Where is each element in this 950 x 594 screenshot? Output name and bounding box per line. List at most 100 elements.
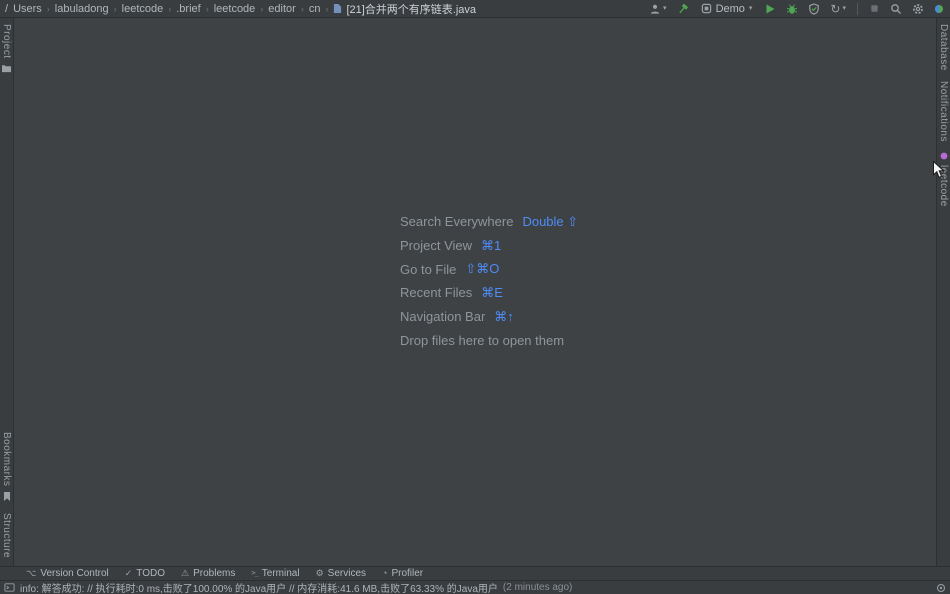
breadcrumb-item[interactable]: labuladong — [55, 3, 109, 15]
hint-go-to-file: Go to File ⇧⌘O — [400, 257, 578, 281]
database-label: Database — [938, 24, 949, 71]
hint-label: Go to File — [400, 261, 457, 277]
breadcrumb: / Users › labuladong › leetcode › .brief… — [5, 1, 476, 17]
drop-files-label: Drop files here to open them — [400, 332, 565, 348]
settings-button[interactable] — [911, 1, 925, 17]
build-project-button[interactable] — [676, 1, 690, 17]
coverage-shield-icon — [809, 2, 820, 15]
toolwindow-bookmarks[interactable]: Bookmarks — [0, 432, 13, 501]
stop-button[interactable] — [868, 1, 881, 17]
services-icon: ⚙ — [315, 568, 324, 578]
version-control-label: Version Control — [40, 568, 109, 579]
hint-label: Navigation Bar — [400, 309, 486, 325]
breadcrumb-root[interactable]: / — [5, 3, 8, 15]
hint-search-everywhere: Search Everywhere Double ⇧ — [400, 210, 578, 234]
toolwindow-structure[interactable]: Structure — [0, 513, 13, 558]
version-control-icon: ⌥ — [26, 568, 37, 578]
breadcrumb-file[interactable]: [21]合并两个有序链表.java — [333, 1, 476, 17]
breadcrumb-file-label: [21]合并两个有序链表.java — [346, 3, 477, 16]
leetcode-plugin-icon — [940, 152, 947, 160]
bookmark-icon — [3, 491, 10, 501]
terminal-label: Terminal — [261, 568, 300, 579]
toolwindow-version-control[interactable]: ⌥ Version Control — [26, 568, 109, 579]
breadcrumb-item[interactable]: leetcode — [214, 3, 256, 15]
hammer-icon — [678, 3, 688, 13]
chevron-down-icon: ▾ — [663, 5, 667, 12]
debug-button[interactable] — [785, 1, 799, 17]
breadcrumb-item[interactable]: .brief — [176, 3, 200, 15]
project-label: Project — [1, 24, 12, 59]
code-with-me-icon — [935, 4, 943, 13]
user-icon — [650, 4, 660, 14]
status-bar: info: 解答成功: // 执行耗时:0 ms,击败了100.00% 的Jav… — [0, 580, 950, 594]
problems-label: Problems — [193, 568, 236, 579]
chevron-right-icon: › — [168, 3, 172, 14]
chevron-right-icon: › — [325, 3, 329, 14]
code-with-me-button[interactable] — [933, 1, 945, 17]
services-label: Services — [327, 568, 367, 579]
chevron-down-icon: ▾ — [748, 5, 753, 12]
event-log-icon[interactable] — [4, 582, 15, 593]
java-file-icon — [334, 4, 342, 13]
toolwindow-database[interactable]: Database — [937, 24, 950, 71]
toolwindow-problems[interactable]: ⚠ Problems — [181, 568, 235, 579]
hint-label: Project View — [400, 238, 473, 254]
breadcrumb-item[interactable]: Users — [13, 3, 42, 15]
chevron-right-icon: › — [260, 3, 264, 14]
gear-icon — [913, 3, 923, 14]
hint-shortcut: ⇧⌘O — [465, 261, 500, 277]
indicator-icon[interactable] — [936, 583, 946, 593]
chevron-right-icon: › — [113, 3, 117, 14]
play-icon — [766, 4, 775, 13]
toolwindow-project[interactable]: Project — [0, 24, 13, 73]
toolwindow-terminal[interactable]: >_ Terminal — [251, 568, 299, 579]
search-everywhere-button[interactable] — [889, 1, 903, 17]
chevron-right-icon: › — [46, 3, 50, 14]
main-toolbar: ▾ Demo ▾ ↻ ▾ — [648, 1, 945, 17]
run-button[interactable] — [763, 1, 777, 17]
toolwindow-todo[interactable]: ✓ TODO — [125, 568, 165, 579]
hint-label: Search Everywhere — [400, 214, 514, 230]
editor-area[interactable]: Search Everywhere Double ⇧ Project View … — [15, 18, 935, 566]
leetcode-label: leetcode — [938, 164, 949, 207]
folder-icon — [2, 64, 11, 72]
hint-navigation-bar: Navigation Bar ⌘↑ — [400, 305, 578, 329]
hint-drop-files: Drop files here to open them — [400, 328, 578, 352]
breadcrumb-item[interactable]: leetcode — [122, 3, 164, 15]
toolwindow-leetcode[interactable]: leetcode — [937, 152, 950, 207]
bookmarks-label: Bookmarks — [1, 432, 12, 487]
status-message[interactable]: info: 解答成功: // 执行耗时:0 ms,击败了100.00% 的Jav… — [20, 581, 498, 594]
hint-shortcut: Double ⇧ — [522, 213, 579, 229]
profile-button[interactable]: ▾ — [648, 1, 668, 17]
run-with-coverage-button[interactable] — [807, 1, 821, 17]
run-configuration-label: Demo — [715, 2, 745, 15]
chevron-right-icon: › — [205, 3, 209, 14]
todo-icon: ✓ — [124, 568, 133, 578]
left-tool-window-stripe: Project Bookmarks Structure — [0, 18, 14, 566]
breadcrumb-item[interactable]: cn — [309, 3, 321, 15]
search-icon — [891, 3, 901, 14]
toolbar-separator — [857, 2, 858, 15]
breadcrumb-item[interactable]: editor — [268, 3, 296, 15]
shortcut-hints: Search Everywhere Double ⇧ Project View … — [400, 210, 578, 352]
toolwindow-profiler[interactable]: ◔ Profiler — [382, 568, 423, 579]
hint-shortcut: ⌘↑ — [494, 308, 514, 324]
bug-icon — [787, 4, 798, 14]
todo-label: TODO — [136, 568, 166, 579]
notifications-label: Notifications — [938, 80, 949, 142]
right-tool-window-stripe: Database Notifications leetcode — [936, 18, 950, 566]
run-config-icon — [701, 3, 711, 14]
ide-window: / Users › labuladong › leetcode › .brief… — [0, 0, 950, 594]
toolwindow-services[interactable]: ⚙ Services — [316, 568, 366, 579]
terminal-icon: >_ — [251, 569, 259, 577]
run-configuration-select[interactable]: Demo ▾ — [698, 1, 756, 17]
status-timestamp: (2 minutes ago) — [502, 582, 573, 593]
profiler-run-button[interactable]: ↻ ▾ — [829, 1, 847, 17]
problems-icon: ⚠ — [181, 568, 190, 578]
hint-shortcut: ⌘E — [481, 284, 503, 300]
chevron-right-icon: › — [300, 3, 304, 14]
navigation-bar: / Users › labuladong › leetcode › .brief… — [0, 0, 950, 18]
bottom-tool-window-bar: ⌥ Version Control ✓ TODO ⚠ Problems >_ T… — [0, 566, 950, 580]
hint-shortcut: ⌘1 — [481, 237, 502, 253]
toolwindow-notifications[interactable]: Notifications — [937, 81, 950, 142]
